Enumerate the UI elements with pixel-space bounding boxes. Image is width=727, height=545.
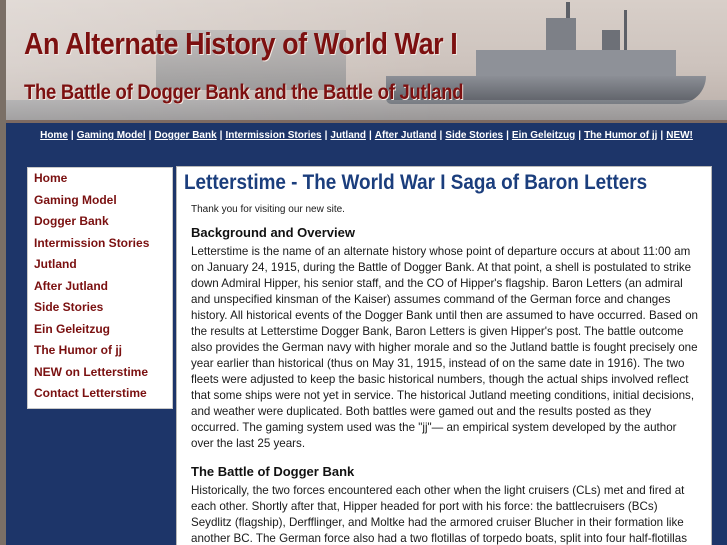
topnav-gaming-model[interactable]: Gaming Model (77, 130, 146, 141)
topnav-dogger-bank[interactable]: Dogger Bank (154, 130, 216, 141)
nav-separator: | (70, 130, 74, 141)
nav-separator: | (219, 130, 223, 141)
topnav-home[interactable]: Home (40, 130, 68, 141)
top-navigation: Home | Gaming Model | Dogger Bank | Intermissi… (6, 130, 727, 141)
sidebar-menu: Home Gaming Model Dogger Bank Intermissi… (27, 167, 173, 409)
nav-separator: | (578, 130, 582, 141)
sidebar-item-gaming-model[interactable]: Gaming Model (28, 190, 172, 212)
section-text-dogger-bank: Historically, the two forces encountered… (191, 484, 688, 545)
sidebar-item-intermission-stories[interactable]: Intermission Stories (28, 233, 172, 255)
site-title: An Alternate History of World War I (24, 26, 458, 61)
sidebar-item-ein-geleitzug[interactable]: Ein Geleitzug (28, 319, 172, 341)
sidebar-item-new-on-letterstime[interactable]: NEW on Letterstime (28, 362, 172, 384)
topnav-new[interactable]: NEW! (666, 130, 693, 141)
sidebar-item-side-stories[interactable]: Side Stories (28, 297, 172, 319)
nav-separator: | (324, 130, 328, 141)
page-title: Letterstime - The World War I Saga of Ba… (184, 171, 648, 194)
nav-separator: | (368, 130, 372, 141)
ship-mast-image (624, 10, 627, 54)
nav-separator: | (660, 130, 664, 141)
site-subtitle: The Battle of Dogger Bank and the Battle… (24, 81, 464, 104)
nav-separator: | (439, 130, 443, 141)
sidebar-item-jutland[interactable]: Jutland (28, 254, 172, 276)
sidebar-item-after-jutland[interactable]: After Jutland (28, 276, 172, 298)
section-heading-background: Background and Overview (191, 225, 355, 240)
sidebar-item-contact-letterstime[interactable]: Contact Letterstime (28, 383, 172, 405)
article-body: Thank you for visiting our new site. Bac… (191, 204, 701, 545)
sidebar-item-home[interactable]: Home (28, 168, 172, 190)
topnav-intermission-stories[interactable]: Intermission Stories (225, 130, 321, 141)
topnav-ein-geleitzug[interactable]: Ein Geleitzug (512, 130, 575, 141)
header-banner: An Alternate History of World War I The … (6, 0, 727, 123)
section-heading-dogger-bank: The Battle of Dogger Bank (191, 464, 355, 479)
section-text-background: Letterstime is the name of an alternate … (191, 245, 698, 450)
topnav-jutland[interactable]: Jutland (330, 130, 366, 141)
topnav-after-jutland[interactable]: After Jutland (375, 130, 437, 141)
welcome-text: Thank you for visiting our new site. (191, 204, 345, 215)
topnav-humor-of-jj[interactable]: The Humor of jj (584, 130, 657, 141)
page: An Alternate History of World War I The … (6, 0, 727, 545)
main-content: Letterstime - The World War I Saga of Ba… (176, 166, 712, 545)
sidebar-item-dogger-bank[interactable]: Dogger Bank (28, 211, 172, 233)
sidebar-item-humor-of-jj[interactable]: The Humor of jj (28, 340, 172, 362)
topnav-side-stories[interactable]: Side Stories (445, 130, 503, 141)
nav-separator: | (148, 130, 152, 141)
nav-separator: | (506, 130, 509, 141)
